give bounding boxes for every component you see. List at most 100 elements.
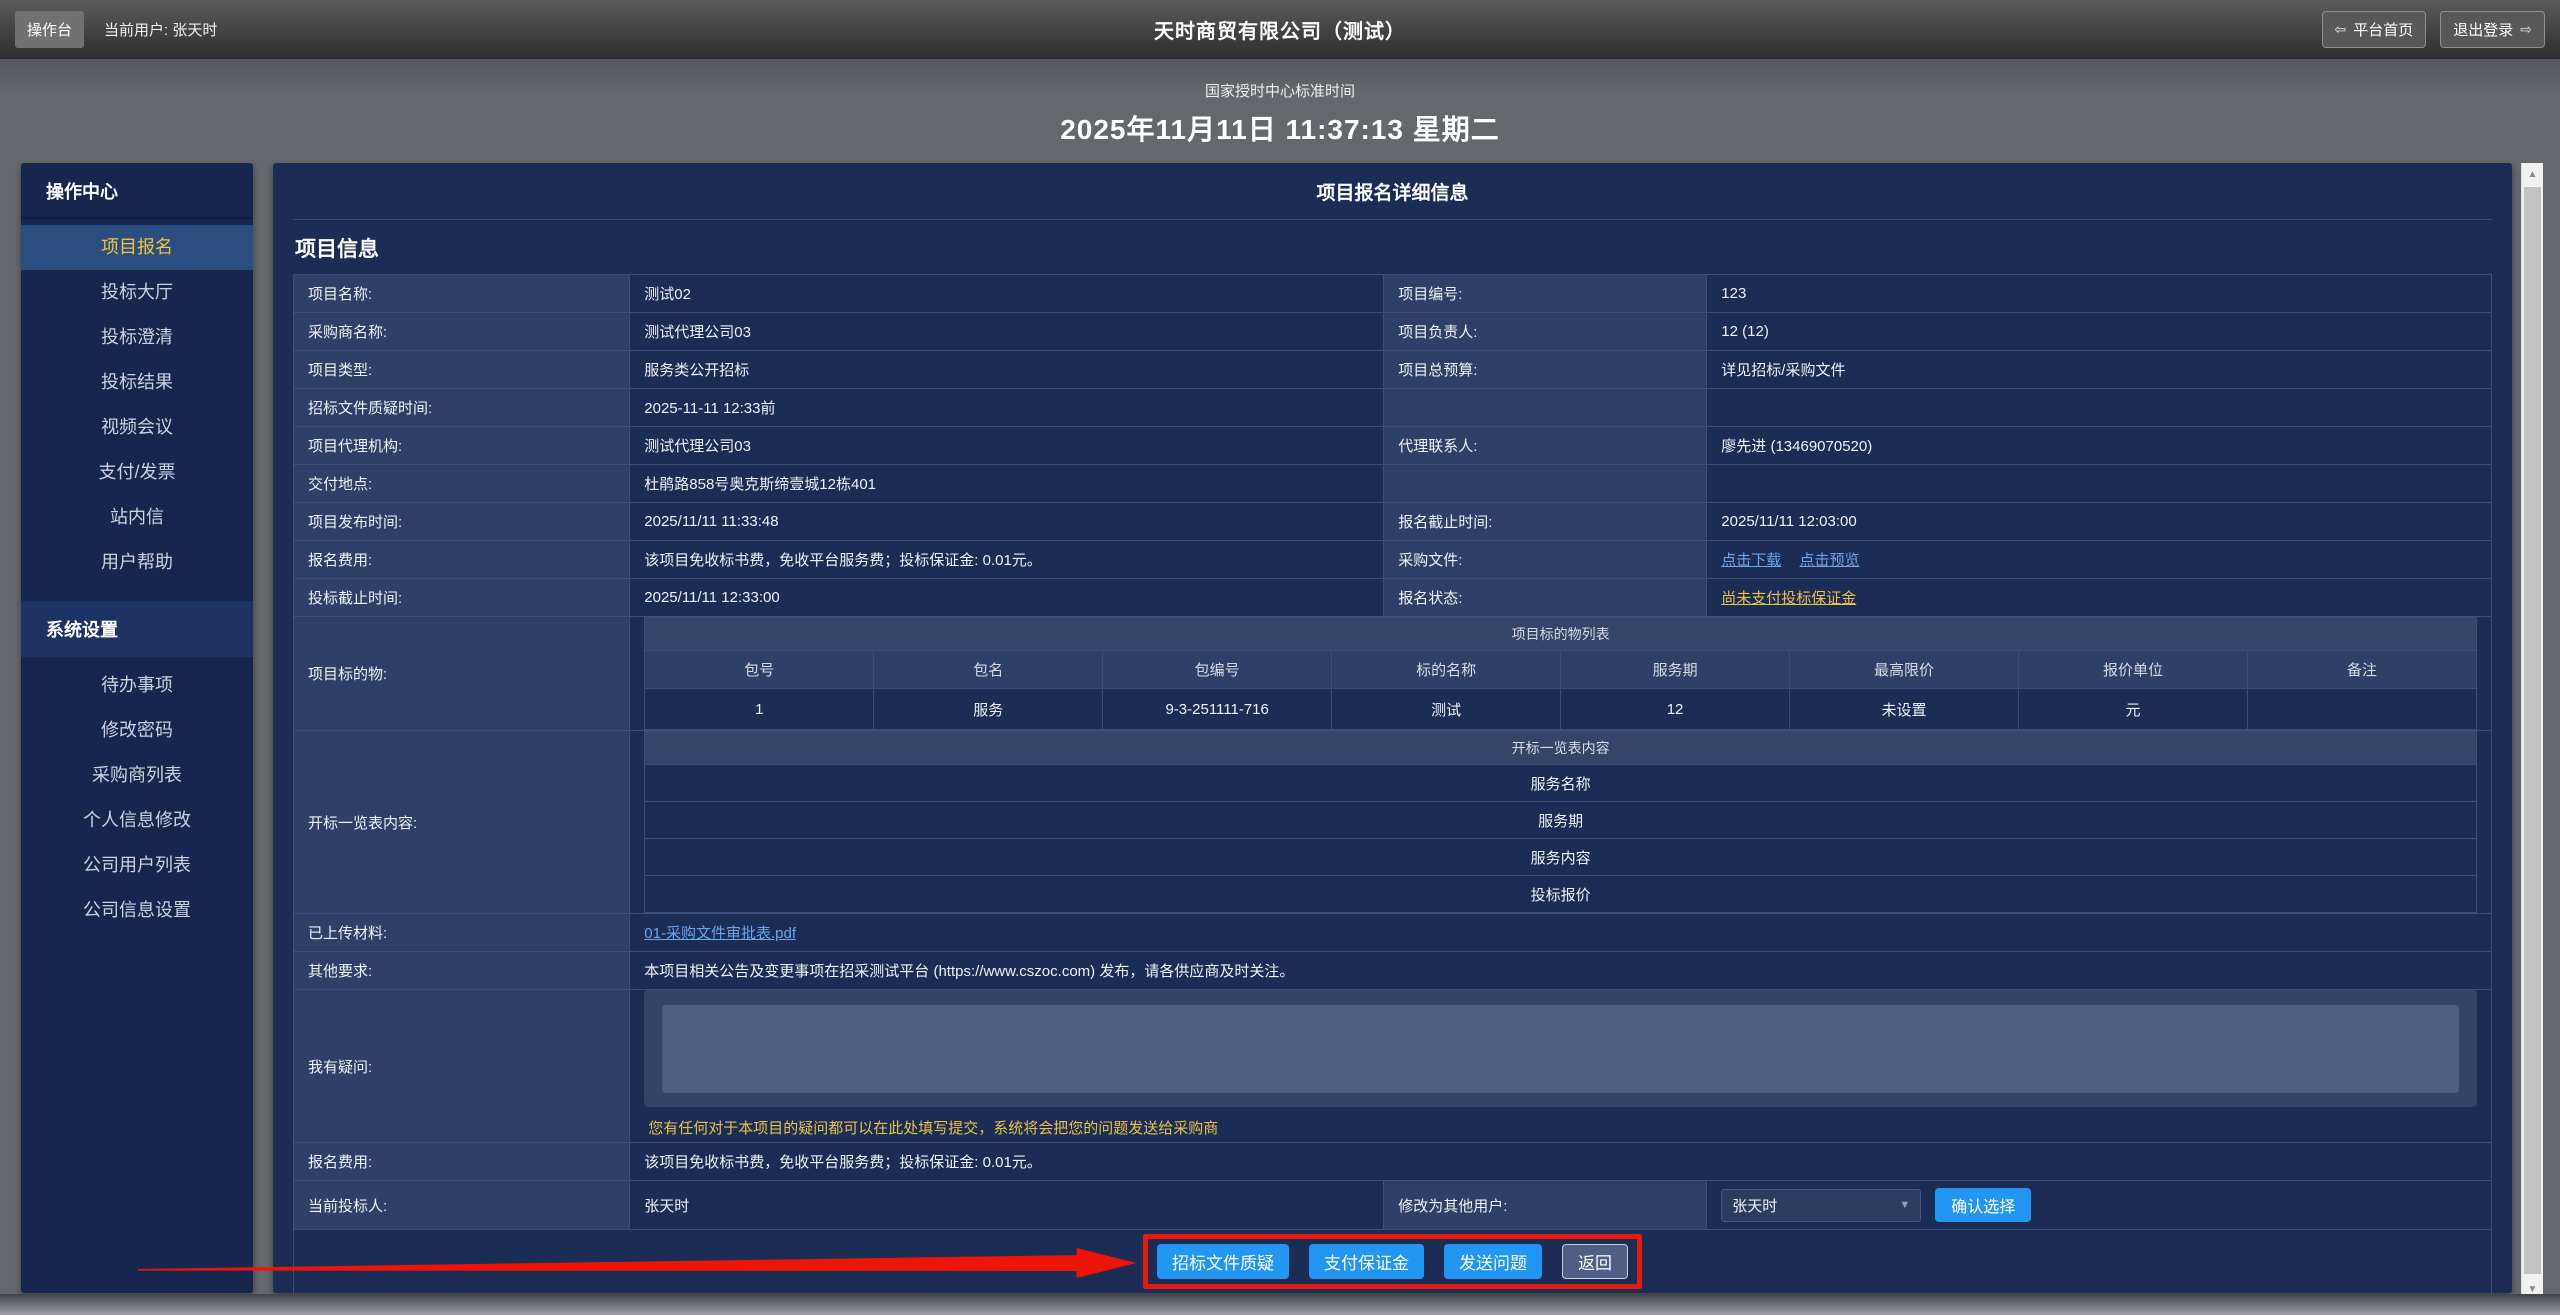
pay-deposit-button[interactable]: 支付保证金 [1309,1244,1424,1279]
sidebar-item-personal-info[interactable]: 个人信息修改 [21,798,253,843]
sidebar: 操作中心 项目报名 投标大厅 投标澄清 投标结果 视频会议 支付/发票 站内信 … [21,163,253,1293]
table-row: 已上传材料: 01-采购文件审批表.pdf [294,914,2492,952]
sidebar-item-company-users[interactable]: 公司用户列表 [21,843,253,888]
column-header: 包名 [874,651,1103,689]
sidebar-item-payment-invoice[interactable]: 支付/发票 [21,450,253,495]
field-label: 开标一览表内容: [294,731,630,914]
platform-home-button[interactable]: ⇦ 平台首页 [2322,11,2427,48]
table-row: 报名费用: 该项目免收标书费，免收平台服务费；投标保证金: 0.01元。 采购文… [294,541,2492,579]
sidebar-item-bidding-hall[interactable]: 投标大厅 [21,270,253,315]
field-label: 项目总预算: [1384,351,1707,389]
field-value: 测试代理公司03 [630,427,1384,465]
scroll-up-icon[interactable]: ▲ [2522,163,2543,185]
field-label: 项目名称: [294,275,630,313]
project-info-heading: 项目信息 [293,220,2492,274]
annotation-arrow [138,1245,1137,1281]
field-label: 交付地点: [294,465,630,503]
cell-subject-name: 测试 [1332,689,1561,730]
field-label: 项目代理机构: [294,427,630,465]
vertical-scrollbar[interactable]: ▲ ▼ [2521,163,2543,1300]
main-panel: 项目报名详细信息 项目信息 项目名称: 测试02 项目编号: 123 采购商名称… [273,163,2512,1293]
field-label: 代理联系人: [1384,427,1707,465]
logout-button[interactable]: 退出登录 ⇨ [2440,11,2545,48]
cell-max-price: 未设置 [1790,689,2019,730]
confirm-select-button[interactable]: 确认选择 [1935,1188,2031,1222]
table-row: 项目类型: 服务类公开招标 项目总预算: 详见招标/采购文件 [294,351,2492,389]
bid-form-table: 开标一览表内容 服务名称 服务期 服务内容 投标报价 [644,731,2477,913]
question-hint: 您有任何对于本项目的疑问都可以在此处填写提交，系统将会把您的问题发送给采购商 [648,1117,2477,1138]
cell-price-unit: 元 [2019,689,2248,730]
sidebar-item-bid-clarification[interactable]: 投标澄清 [21,315,253,360]
field-value: 测试代理公司03 [630,313,1384,351]
field-label-empty [1384,389,1707,427]
table-row: 报名费用: 该项目免收标书费，免收平台服务费；投标保证金: 0.01元。 [294,1143,2492,1181]
cell-remark [2247,689,2476,730]
current-bidder-value: 张天时 [630,1181,1384,1230]
sidebar-item-video-conference[interactable]: 视频会议 [21,405,253,450]
send-question-button[interactable]: 发送问题 [1444,1244,1542,1279]
field-label: 已上传材料: [294,914,630,952]
sidebar-item-change-password[interactable]: 修改密码 [21,708,253,753]
column-header: 最高限价 [1790,651,2019,689]
field-label: 采购商名称: [294,313,630,351]
current-user-label: 当前用户: 张天时 [104,19,217,40]
field-label: 当前投标人: [294,1181,630,1230]
field-label: 我有疑问: [294,990,630,1143]
sidebar-item-purchaser-list[interactable]: 采购商列表 [21,753,253,798]
preview-document-link[interactable]: 点击预览 [1799,552,1859,569]
field-label: 采购文件: [1384,541,1707,579]
console-button[interactable]: 操作台 [15,11,84,48]
sidebar-section-settings: 系统设置 [21,601,253,657]
question-input[interactable] [662,1005,2459,1093]
project-info-table: 项目名称: 测试02 项目编号: 123 采购商名称: 测试代理公司03 项目负… [293,274,2492,1297]
sidebar-item-todo[interactable]: 待办事项 [21,663,253,708]
field-label: 报名费用: [294,1143,630,1181]
field-label-empty [1384,465,1707,503]
sidebar-operations-items: 项目报名 投标大厅 投标澄清 投标结果 视频会议 支付/发票 站内信 用户帮助 [21,219,253,585]
change-user-cell: 张天时 ▼ 确认选择 [1707,1181,2492,1230]
sidebar-item-bid-results[interactable]: 投标结果 [21,360,253,405]
sidebar-item-user-help[interactable]: 用户帮助 [21,540,253,585]
table-row-goods: 项目标的物: 项目标的物列表 包号 包名 包编号 标的名称 服务期 最高限价 报… [294,617,2492,731]
sidebar-item-company-settings[interactable]: 公司信息设置 [21,888,253,933]
goods-data-row: 1 服务 9-3-251111-716 测试 12 未设置 元 [645,689,2477,730]
bid-form-row: 投标报价 [645,876,2477,913]
topbar-actions: ⇦ 平台首页 退出登录 ⇨ [2322,11,2546,48]
question-textarea-container [644,990,2477,1107]
field-label: 其他要求: [294,952,630,990]
signup-status-cell: 尚未支付投标保证金 [1707,579,2492,617]
deposit-status-link[interactable]: 尚未支付投标保证金 [1721,590,1856,607]
table-row: 招标文件质疑时间: 2025-11-11 12:33前 [294,389,2492,427]
goods-table: 项目标的物列表 包号 包名 包编号 标的名称 服务期 最高限价 报价单位 备注 [644,617,2477,730]
change-user-controls: 张天时 ▼ 确认选择 [1721,1181,2477,1229]
cell-package-name: 服务 [874,689,1103,730]
challenge-document-button[interactable]: 招标文件质疑 [1157,1244,1289,1279]
table-row: 其他要求: 本项目相关公告及变更事项在招采测试平台 (https://www.c… [294,952,2492,990]
field-value: 杜鹃路858号奥克斯缔壹城12栋401 [630,465,1384,503]
current-datetime: 2025年11月11日 11:37:13 星期二 [0,108,2560,148]
field-value: 2025/11/11 11:33:48 [630,503,1384,541]
user-select[interactable]: 张天时 ▼ [1721,1189,1921,1222]
right-arrow-icon: ⇨ [2520,21,2532,38]
logout-label: 退出登录 [2453,19,2513,40]
standard-time-panel: 国家授时中心标准时间 2025年11月11日 11:37:13 星期二 [0,59,2560,163]
field-label: 投标截止时间: [294,579,630,617]
goods-table-cell: 项目标的物列表 包号 包名 包编号 标的名称 服务期 最高限价 报价单位 备注 [630,617,2492,731]
app-title: 天时商贸有限公司（测试） [1154,15,1406,44]
page-title: 项目报名详细信息 [293,163,2492,220]
field-label: 项目发布时间: [294,503,630,541]
download-document-link[interactable]: 点击下载 [1721,552,1781,569]
back-button[interactable]: 返回 [1562,1244,1628,1279]
field-label: 修改为其他用户: [1384,1181,1707,1230]
bid-form-cell: 开标一览表内容 服务名称 服务期 服务内容 投标报价 [630,731,2492,914]
column-header: 服务期 [1561,651,1790,689]
table-row: 项目发布时间: 2025/11/11 11:33:48 报名截止时间: 2025… [294,503,2492,541]
cell-service-period: 12 [1561,689,1790,730]
sidebar-section-operations: 操作中心 [21,163,253,219]
sidebar-item-project-signup[interactable]: 项目报名 [21,225,253,270]
field-label: 报名截止时间: [1384,503,1707,541]
sidebar-item-site-message[interactable]: 站内信 [21,495,253,540]
field-value: 123 [1707,275,2492,313]
scrollbar-thumb[interactable] [2524,187,2541,1274]
uploaded-file-link[interactable]: 01-采购文件审批表.pdf [644,925,796,942]
